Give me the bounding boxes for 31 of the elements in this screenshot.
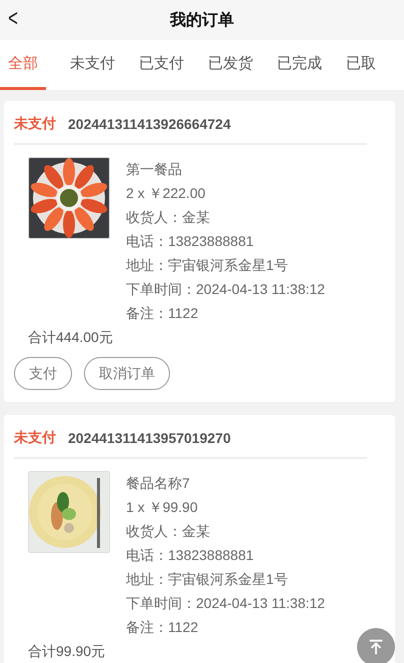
order-detail: 收货人：金某 [126, 522, 211, 541]
order-detail: 收货人：金某 [126, 208, 211, 227]
order-detail: 下单时间：2024-04-13 11:38:12 [126, 280, 325, 299]
order-action-button[interactable]: 取消订单 [84, 357, 170, 390]
tab[interactable]: 全部 [0, 40, 46, 90]
order-status: 未支付 [14, 429, 56, 447]
order-detail: 地址：宇宙银河系金星1号 [126, 570, 289, 589]
tab[interactable]: 已支付 [139, 40, 184, 90]
tab[interactable]: 已取 [346, 40, 376, 90]
tab[interactable]: 未支付 [70, 40, 115, 90]
page-title: 我的订单 [170, 10, 234, 30]
order-action-button[interactable]: 支付 [14, 357, 72, 390]
arrow-up-icon [367, 638, 385, 656]
order-detail: 地址：宇宙银河系金星1号 [126, 256, 289, 275]
tab[interactable]: 已发货 [208, 40, 253, 90]
order-total: 合计444.00元 [27, 328, 113, 347]
order-detail: 电话：13823888881 [126, 546, 255, 565]
item-name: 餐品名称7 [126, 474, 191, 493]
order-status: 未支付 [14, 115, 56, 133]
order-detail: 备注：1122 [126, 304, 200, 323]
item-name: 第一餐品 [126, 160, 183, 179]
item-quantity-price: 1 x ￥99.90 [126, 498, 199, 517]
order-detail: 电话：13823888881 [126, 232, 255, 251]
order-detail: 下单时间：2024-04-13 11:38:12 [126, 594, 325, 613]
order-number: 202441311413926664724 [68, 116, 231, 132]
back-button[interactable]: < [5, 4, 21, 34]
order-detail: 备注：1122 [126, 618, 200, 637]
tab[interactable]: 已完成 [277, 40, 322, 90]
item-quantity-price: 2 x ￥222.00 [126, 184, 206, 203]
order-total: 合计99.90元 [27, 642, 106, 661]
order-number: 202441311413957019270 [68, 430, 231, 446]
